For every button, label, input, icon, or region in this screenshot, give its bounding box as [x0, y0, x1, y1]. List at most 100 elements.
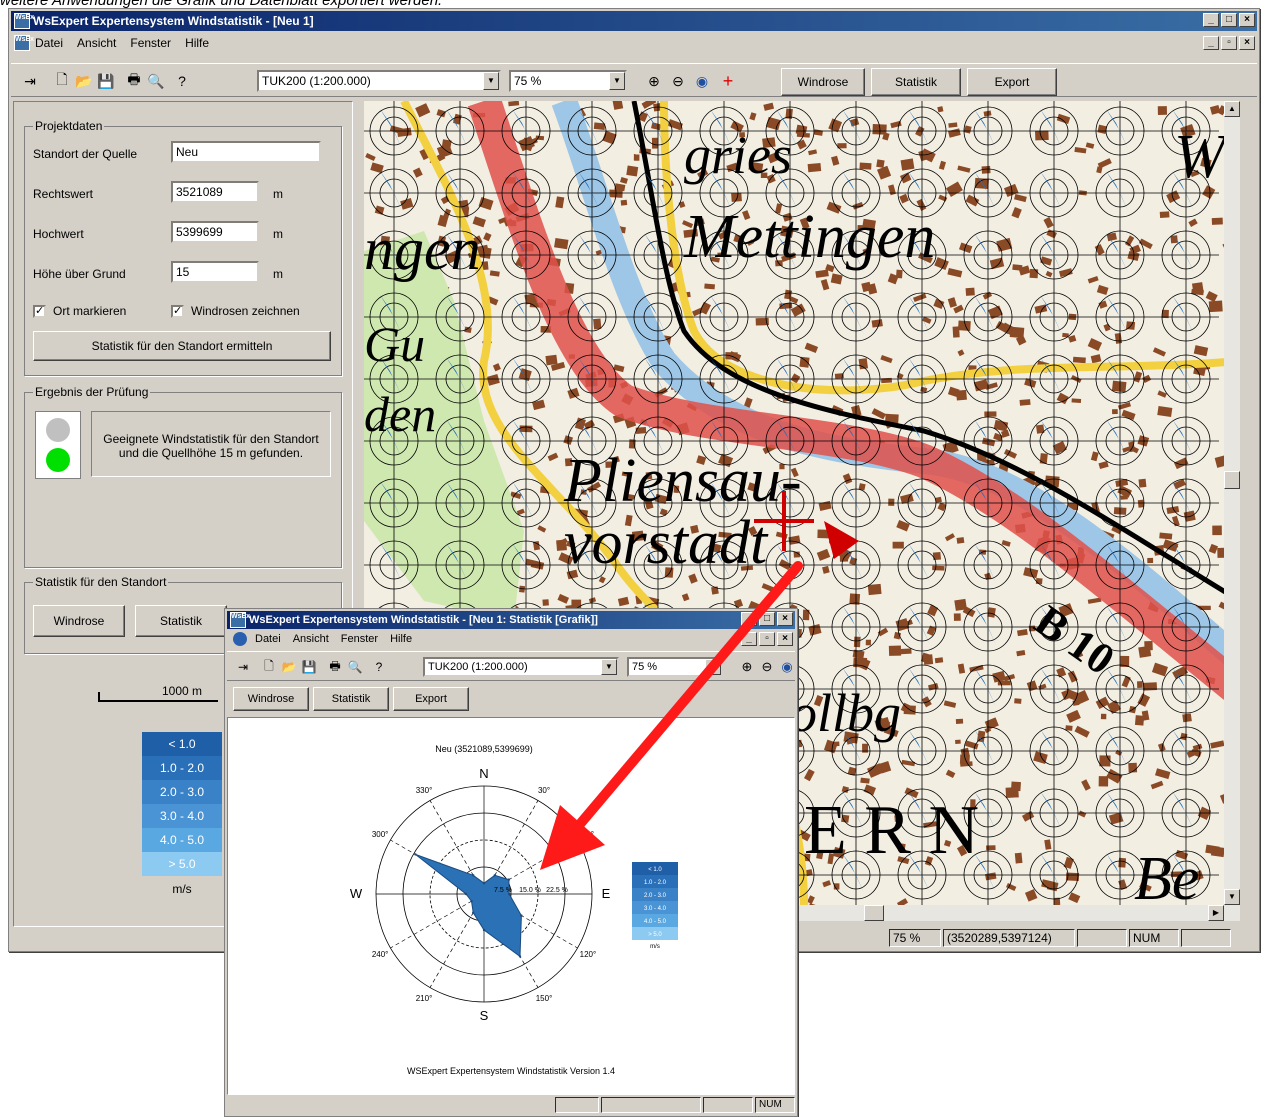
building [1100, 713, 1107, 720]
hochwert-input[interactable]: 5399699 [171, 221, 259, 243]
new-file-icon[interactable]: 🗋 [51, 70, 73, 92]
child-statistik-button[interactable]: Statistik [313, 687, 389, 711]
map-label-ollbg: ollbg [790, 683, 901, 743]
chevron-down-icon[interactable]: ▼ [609, 72, 625, 90]
help-icon[interactable]: ? [171, 70, 193, 92]
building [858, 358, 869, 370]
statistik-button[interactable]: Statistik [871, 68, 961, 96]
direction-label: W [350, 886, 363, 901]
speed-legend: < 1.0 1.0 - 2.0 2.0 - 3.0 3.0 - 4.0 4.0 … [142, 732, 222, 896]
child-mdi-close[interactable]: × [777, 632, 793, 646]
child-mdi-restore[interactable]: ▫ [759, 632, 775, 646]
child-status-num: NUM [755, 1097, 795, 1113]
print-icon[interactable]: 🖶 [123, 70, 145, 92]
rose-sector-point [414, 853, 417, 856]
ort-markieren-label[interactable]: Ort markieren [53, 304, 126, 318]
export-button[interactable]: Export [967, 68, 1057, 96]
windrose-button[interactable]: Windrose [781, 68, 865, 96]
print-preview-icon[interactable]: 🔍 [145, 70, 167, 92]
map-label-vorstadt: vorstadt [564, 509, 769, 577]
legend-item: > 5.0 [142, 852, 222, 876]
hoehe-input[interactable]: 15 [171, 261, 259, 283]
maximize-button[interactable]: □ [1221, 13, 1237, 27]
standort-input[interactable]: Neu [171, 141, 321, 163]
scroll-right-icon[interactable]: ▶ [1208, 905, 1224, 921]
chevron-down-icon[interactable]: ▼ [483, 72, 499, 90]
mdi-minimize-button[interactable]: _ [1203, 36, 1219, 50]
child-export-button[interactable]: Export [393, 687, 469, 711]
child-zoom-out-icon[interactable]: ⊖ [757, 656, 777, 678]
rose-sector-point [518, 955, 522, 958]
child-menu-ansicht[interactable]: Ansicht [291, 633, 331, 645]
child-save-icon[interactable]: 💾 [299, 656, 319, 678]
child-open-icon[interactable]: 📂 [279, 656, 299, 678]
menu-ansicht[interactable]: Ansicht [75, 36, 118, 50]
statistik-ermitteln-button[interactable]: Statistik für den Standort ermitteln [33, 331, 331, 361]
open-folder-icon[interactable]: 📂 [73, 70, 95, 92]
scroll-up-icon[interactable]: ▲ [1224, 101, 1240, 117]
crosshair-icon[interactable]: + [717, 70, 739, 92]
target-icon[interactable]: ◉ [691, 70, 713, 92]
child-print-icon[interactable]: 🖶 [325, 656, 345, 678]
child-map-select[interactable]: TUK200 (1:200.000) ▼ [423, 657, 619, 677]
child-zoom-in-icon[interactable]: ⊕ [737, 656, 757, 678]
child-menu-fenster[interactable]: Fenster [339, 633, 380, 645]
windrosen-zeichnen-label[interactable]: Windrosen zeichnen [191, 304, 300, 318]
left-windrose-button[interactable]: Windrose [33, 605, 125, 637]
menu-hilfe[interactable]: Hilfe [183, 36, 211, 50]
globe-icon [233, 632, 247, 646]
save-icon[interactable]: 💾 [95, 70, 117, 92]
child-menu-datei[interactable]: Datei [253, 633, 283, 645]
chevron-down-icon[interactable]: ▼ [705, 659, 721, 675]
building [859, 162, 872, 170]
main-toolbar: ⇥ 🗋 📂 💾 🖶 🔍 ? TUK200 (1:200.000) ▼ 75 % … [11, 63, 1257, 97]
windrosen-zeichnen-checkbox[interactable]: ✓ [171, 305, 184, 318]
building [1137, 681, 1143, 688]
close-button[interactable]: × [1239, 13, 1255, 27]
child-titlebar[interactable]: WsEx WsExpert Expertensystem Windstatist… [227, 611, 795, 629]
rechtswert-input[interactable]: 3521089 [171, 181, 259, 203]
child-target-icon[interactable]: ◉ [777, 656, 797, 678]
child-exit-icon[interactable]: ⇥ [233, 656, 253, 678]
building [1120, 495, 1128, 500]
zoom-out-icon[interactable]: ⊖ [667, 70, 689, 92]
scroll-down-icon[interactable]: ▼ [1224, 889, 1240, 905]
child-zoom-select[interactable]: 75 % ▼ [627, 657, 723, 677]
statistik-button-label: Statistik [894, 75, 937, 89]
child-menu-hilfe[interactable]: Hilfe [388, 633, 414, 645]
building [1019, 399, 1031, 406]
child-maximize-button[interactable]: □ [759, 612, 775, 626]
mdi-restore-button[interactable]: ▫ [1221, 36, 1237, 50]
child-close-button[interactable]: × [777, 612, 793, 626]
menu-fenster[interactable]: Fenster [128, 36, 173, 50]
building [876, 159, 885, 168]
child-minimize-button[interactable]: _ [741, 612, 757, 626]
building [1098, 776, 1109, 787]
building [554, 237, 569, 250]
ort-markieren-checkbox[interactable]: ✓ [33, 305, 46, 318]
child-new-icon[interactable]: 🗋 [259, 656, 279, 678]
angle-label: 300° [372, 830, 389, 839]
child-mdi-minimize[interactable]: _ [741, 632, 757, 646]
chevron-down-icon[interactable]: ▼ [601, 659, 617, 675]
child-preview-icon[interactable]: 🔍 [345, 656, 365, 678]
child-toolbar: ⇥ 🗋 📂 💾 🖶 🔍 ? TUK200 (1:200.000) ▼ 75 % … [227, 651, 795, 681]
map-vertical-scrollbar[interactable]: ▲ ▼ [1224, 101, 1240, 905]
map-select[interactable]: TUK200 (1:200.000) ▼ [257, 70, 501, 92]
menu-datei[interactable]: Datei [33, 36, 65, 50]
exit-icon[interactable]: ⇥ [19, 70, 41, 92]
scroll-thumb[interactable] [1224, 471, 1240, 489]
zoom-in-icon[interactable]: ⊕ [643, 70, 665, 92]
scroll-h-thumb[interactable] [864, 905, 884, 921]
minimize-button[interactable]: _ [1203, 13, 1219, 27]
child-windrose-button[interactable]: Windrose [233, 687, 309, 711]
mdi-close-button[interactable]: × [1239, 36, 1255, 50]
left-statistik-button[interactable]: Statistik [135, 605, 227, 637]
building [1170, 235, 1178, 244]
left-windrose-label: Windrose [53, 614, 105, 628]
statistik-standort-label: Statistik für den Standort [33, 575, 169, 589]
rose-sector-point [507, 878, 511, 881]
child-help-icon[interactable]: ? [369, 656, 389, 678]
main-titlebar[interactable]: WsEx WsExpert Expertensystem Windstatist… [11, 11, 1257, 31]
zoom-select[interactable]: 75 % ▼ [509, 70, 627, 92]
